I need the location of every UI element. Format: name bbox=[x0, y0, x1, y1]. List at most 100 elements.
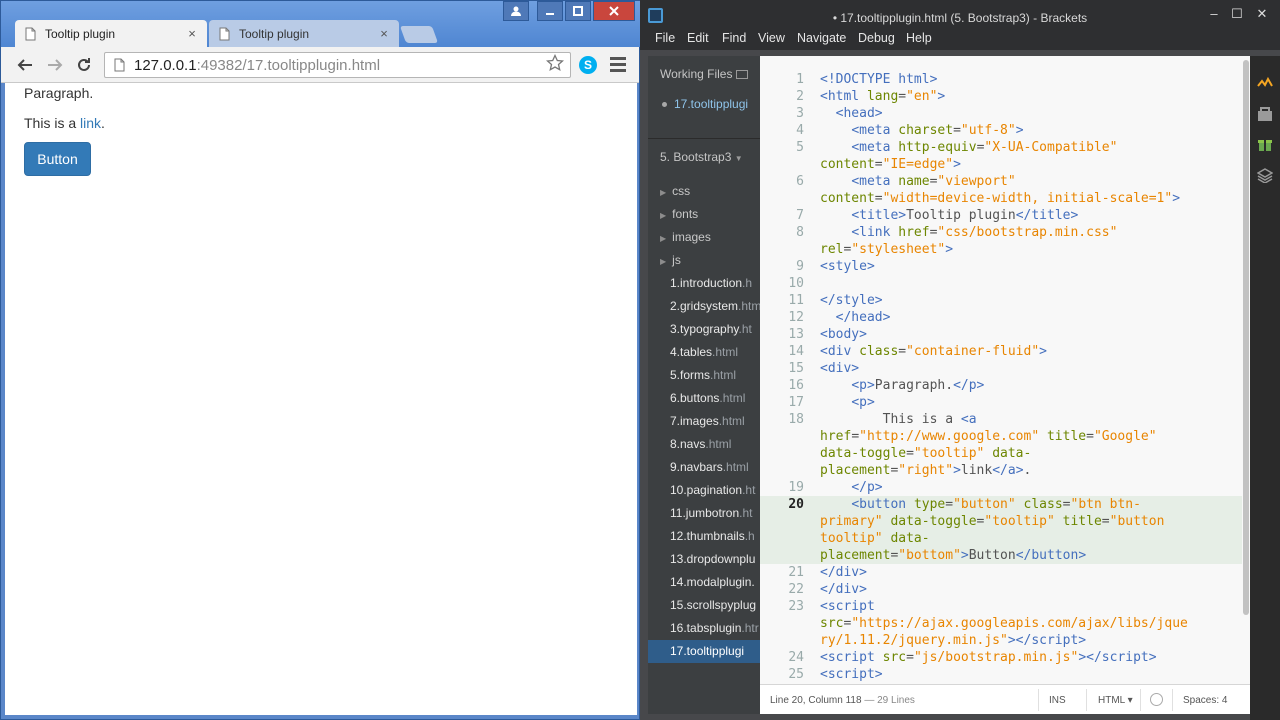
close-window-icon[interactable]: ✕ bbox=[1252, 6, 1272, 22]
code-line[interactable]: 6 <meta name="viewport" bbox=[760, 173, 1242, 190]
new-tab-button[interactable] bbox=[399, 26, 439, 43]
code-line[interactable]: content="width=device-width, initial-sca… bbox=[760, 190, 1242, 207]
code-line[interactable]: ry/1.11.2/jquery.min.js"></script> bbox=[760, 632, 1242, 649]
code-line[interactable]: 10 bbox=[760, 275, 1242, 292]
page-button[interactable]: Button bbox=[24, 142, 91, 176]
project-dropdown[interactable]: 5. Bootstrap3 ▼ bbox=[660, 150, 743, 164]
code-line[interactable]: href="http://www.google.com" title="Goog… bbox=[760, 428, 1242, 445]
tree-file[interactable]: 7.images.html bbox=[648, 410, 760, 433]
tree-file[interactable]: 8.navs.html bbox=[648, 433, 760, 456]
code-line[interactable]: placement="right">link</a>. bbox=[760, 462, 1242, 479]
tab-tooltip-plugin-active[interactable]: Tooltip plugin × bbox=[15, 20, 207, 47]
reload-icon[interactable] bbox=[74, 55, 94, 75]
page-link[interactable]: link bbox=[80, 115, 101, 131]
tree-file[interactable]: 13.dropdownplu bbox=[648, 548, 760, 571]
code-line[interactable]: 18 This is a <a bbox=[760, 411, 1242, 428]
tree-file[interactable]: 1.introduction.h bbox=[648, 272, 760, 295]
code-line[interactable]: 1 <!DOCTYPE html> bbox=[760, 71, 1242, 88]
back-icon[interactable] bbox=[15, 55, 35, 75]
chrome-menu-icon[interactable] bbox=[610, 57, 626, 75]
code-line[interactable]: 23 <script bbox=[760, 598, 1242, 615]
tree-file[interactable]: 12.thumbnails.h bbox=[648, 525, 760, 548]
forward-icon[interactable] bbox=[45, 55, 65, 75]
tree-file[interactable]: 2.gridsystem.htm bbox=[648, 295, 760, 318]
tree-item-name: 13.dropdownplu bbox=[670, 552, 756, 566]
language-mode-dropdown[interactable]: HTML ▾ bbox=[1098, 695, 1133, 706]
live-preview-icon[interactable] bbox=[1257, 75, 1273, 91]
minimize-icon[interactable]: – bbox=[1204, 6, 1224, 21]
tree-folder[interactable]: ▶ fonts bbox=[648, 203, 760, 226]
menu-help[interactable]: Help bbox=[906, 31, 932, 45]
code-line[interactable]: 9 <style> bbox=[760, 258, 1242, 275]
code-line[interactable]: 15 <div> bbox=[760, 360, 1242, 377]
tree-file[interactable]: 4.tables.html bbox=[648, 341, 760, 364]
code-line[interactable]: 25 <script> bbox=[760, 666, 1242, 683]
tree-file[interactable]: 5.forms.html bbox=[648, 364, 760, 387]
code-line[interactable]: 21 </div> bbox=[760, 564, 1242, 581]
scrollbar-thumb[interactable] bbox=[1243, 60, 1249, 615]
code-line[interactable]: 2 <html lang="en"> bbox=[760, 88, 1242, 105]
code-line[interactable]: 4 <meta charset="utf-8"> bbox=[760, 122, 1242, 139]
close-icon[interactable]: × bbox=[185, 26, 199, 41]
code-line[interactable]: src="https://ajax.googleapis.com/ajax/li… bbox=[760, 615, 1242, 632]
code-line[interactable]: 7 <title>Tooltip plugin</title> bbox=[760, 207, 1242, 224]
code-line[interactable]: rel="stylesheet"> bbox=[760, 241, 1242, 258]
skype-extension-icon[interactable]: S bbox=[579, 56, 597, 74]
code-line[interactable]: 16 <p>Paragraph.</p> bbox=[760, 377, 1242, 394]
layers-icon[interactable] bbox=[1256, 167, 1274, 184]
code-line[interactable]: 20 <button type="button" class="btn btn- bbox=[760, 496, 1242, 513]
bookmark-star-icon[interactable] bbox=[545, 53, 566, 77]
maximize-icon[interactable] bbox=[565, 1, 591, 21]
close-icon[interactable]: × bbox=[377, 26, 391, 41]
insert-mode-toggle[interactable]: INS bbox=[1049, 695, 1066, 706]
tree-folder[interactable]: ▶ images bbox=[648, 226, 760, 249]
tree-file[interactable]: 16.tabsplugin.htr bbox=[648, 617, 760, 640]
code-line[interactable]: 19 </p> bbox=[760, 479, 1242, 496]
tree-file[interactable]: 17.tooltipplugi bbox=[648, 640, 760, 663]
code-line[interactable]: 11 </style> bbox=[760, 292, 1242, 309]
code-line[interactable]: 14 <div class="container-fluid"> bbox=[760, 343, 1242, 360]
code-editor[interactable]: 1 <!DOCTYPE html> 2 <html lang="en"> 3 <head… bbox=[760, 56, 1242, 684]
tree-folder[interactable]: ▶ js bbox=[648, 249, 760, 272]
maximize-icon[interactable]: ☐ bbox=[1227, 6, 1247, 22]
menu-file[interactable]: File bbox=[655, 31, 675, 45]
code-line[interactable]: data-toggle="tooltip" data- bbox=[760, 445, 1242, 462]
code-line[interactable]: content="IE=edge"> bbox=[760, 156, 1242, 173]
extension-manager-icon[interactable] bbox=[1257, 106, 1273, 122]
code-line[interactable]: 13 <body> bbox=[760, 326, 1242, 343]
menu-view[interactable]: View bbox=[758, 31, 785, 45]
tree-file[interactable]: 9.navbars.html bbox=[648, 456, 760, 479]
menu-find[interactable]: Find bbox=[722, 31, 746, 45]
code-line[interactable]: 12 </head> bbox=[760, 309, 1242, 326]
code-line[interactable]: 8 <link href="css/bootstrap.min.css" bbox=[760, 224, 1242, 241]
address-bar[interactable]: 127.0.0.1:49382/17.tooltipplugin.html bbox=[104, 52, 571, 78]
gift-extension-icon[interactable] bbox=[1257, 136, 1273, 152]
indent-spaces-setting[interactable]: Spaces: 4 bbox=[1183, 695, 1227, 706]
code-line[interactable]: 3 <head> bbox=[760, 105, 1242, 122]
close-window-icon[interactable] bbox=[593, 1, 635, 21]
tree-folder[interactable]: ▶ css bbox=[648, 180, 760, 203]
code-line[interactable]: 17 <p> bbox=[760, 394, 1242, 411]
code-line[interactable]: 22 </div> bbox=[760, 581, 1242, 598]
menu-edit[interactable]: Edit bbox=[687, 31, 709, 45]
minimize-icon[interactable] bbox=[537, 1, 563, 21]
tree-file[interactable]: 11.jumbotron.ht bbox=[648, 502, 760, 525]
code-line[interactable]: placement="bottom">Button</button> bbox=[760, 547, 1242, 564]
code-line[interactable]: tooltip" data- bbox=[760, 530, 1242, 547]
tree-file[interactable]: 15.scrollspyplug bbox=[648, 594, 760, 617]
tree-file[interactable]: 10.pagination.ht bbox=[648, 479, 760, 502]
code-line[interactable]: primary" data-toggle="tooltip" title="bu… bbox=[760, 513, 1242, 530]
user-icon[interactable] bbox=[503, 1, 529, 21]
menu-debug[interactable]: Debug bbox=[858, 31, 895, 45]
code-line[interactable]: 5 <meta http-equiv="X-UA-Compatible" bbox=[760, 139, 1242, 156]
menu-navigate[interactable]: Navigate bbox=[797, 31, 846, 45]
tree-file[interactable]: 14.modalplugin. bbox=[648, 571, 760, 594]
tree-file[interactable]: 3.typography.ht bbox=[648, 318, 760, 341]
code-line[interactable]: 24 <script src="js/bootstrap.min.js"></sc… bbox=[760, 649, 1242, 666]
editor-scrollbar[interactable] bbox=[1242, 56, 1250, 684]
tab-tooltip-plugin-inactive[interactable]: Tooltip plugin × bbox=[209, 20, 399, 47]
linter-status-icon[interactable] bbox=[1150, 693, 1163, 706]
tree-file[interactable]: 6.buttons.html bbox=[648, 387, 760, 410]
split-view-icon[interactable] bbox=[735, 70, 748, 80]
working-file-item[interactable]: 17.tooltipplugi bbox=[662, 97, 748, 111]
